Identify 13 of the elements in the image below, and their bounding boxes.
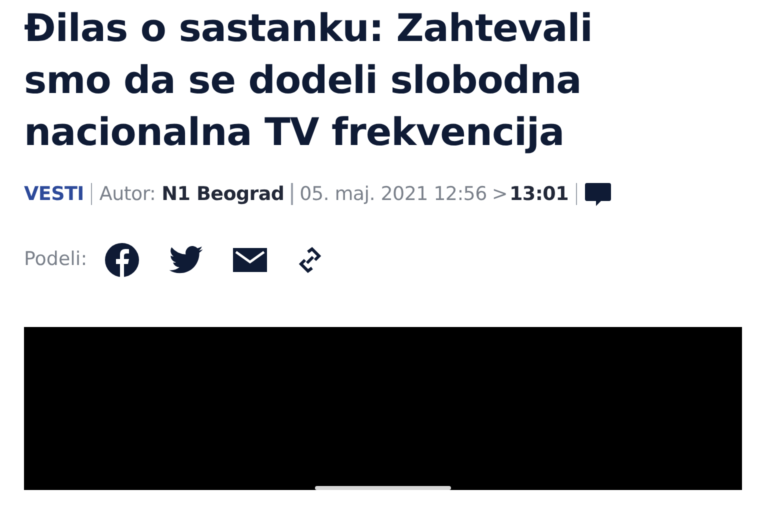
twitter-icon[interactable] [169,246,204,274]
share-label: Podeli: [24,247,88,272]
link-icon[interactable] [297,246,324,272]
publish-date: 05. maj. 2021 12:56 [300,182,487,207]
category-link[interactable]: VESTI [24,180,84,208]
facebook-icon[interactable] [105,242,140,276]
update-arrow: > [492,182,508,207]
article-headline: Đilas o sastanku: Zahtevali smo da se dodeli slobodna nacionalna TV frekvencija [24,5,594,156]
mail-icon[interactable] [233,248,268,272]
comment-icon[interactable] [584,181,612,208]
updated-time: 13:01 [510,182,568,207]
author-label: Autor: [99,182,156,207]
author-link[interactable]: N1 Beograd [162,180,284,208]
